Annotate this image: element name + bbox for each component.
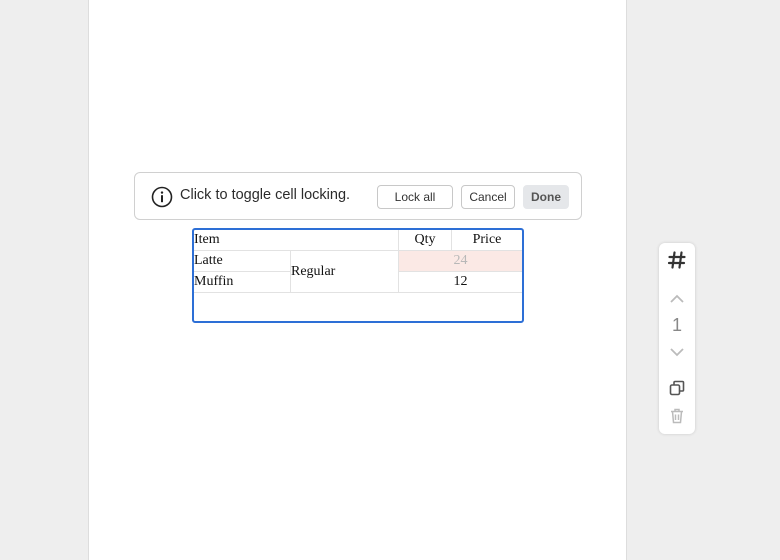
block-number: 1 bbox=[671, 315, 682, 335]
table-block[interactable]: Item Qty Price Latte Regular 24 Muffin 1… bbox=[192, 228, 524, 323]
table-cell-item[interactable]: Latte bbox=[194, 251, 290, 271]
hash-icon[interactable] bbox=[666, 249, 688, 271]
cell-lock-bar: Click to toggle cell locking. Lock all C… bbox=[134, 172, 582, 220]
header-cell-item[interactable]: Item bbox=[194, 230, 290, 250]
cancel-button[interactable]: Cancel bbox=[461, 185, 515, 209]
table-cell-qty[interactable]: 12 bbox=[399, 272, 522, 292]
lock-message: Click to toggle cell locking. bbox=[180, 187, 351, 203]
trash-icon[interactable] bbox=[666, 405, 688, 427]
table-cell-item[interactable]: Muffin bbox=[194, 272, 290, 292]
chevron-down-icon[interactable] bbox=[666, 341, 688, 363]
header-cell-qty[interactable]: Qty bbox=[399, 230, 451, 250]
block-side-toolbar: 1 bbox=[659, 243, 695, 434]
table-cell-qty-locked[interactable]: 24 bbox=[399, 251, 522, 271]
lock-all-button[interactable]: Lock all bbox=[377, 185, 453, 209]
row-divider bbox=[194, 292, 522, 293]
chevron-up-icon[interactable] bbox=[666, 288, 688, 310]
info-icon bbox=[151, 186, 173, 208]
duplicate-icon[interactable] bbox=[666, 377, 688, 399]
done-button[interactable]: Done bbox=[523, 185, 569, 209]
header-cell-price[interactable]: Price bbox=[452, 230, 522, 250]
table-cell-variant[interactable]: Regular bbox=[291, 251, 398, 292]
